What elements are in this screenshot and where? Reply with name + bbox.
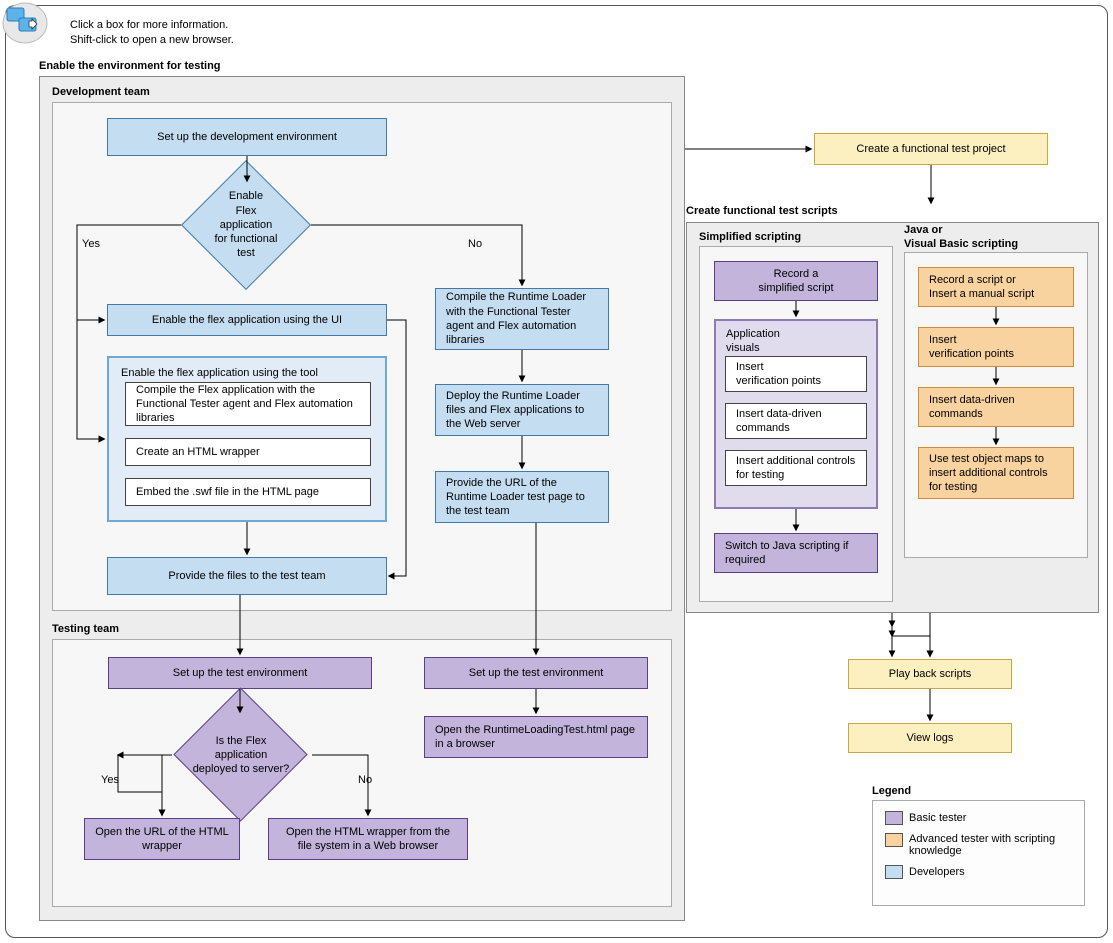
simp-insert-vp[interactable]: Insert verification points [725, 356, 867, 392]
dev-embed-swf[interactable]: Embed the .swf file in the HTML page [125, 478, 371, 506]
playback-scripts[interactable]: Play back scripts [848, 659, 1012, 689]
dev-team-title: Development team [52, 86, 150, 98]
test-decision[interactable]: Is the Flex application deployed to serv… [169, 712, 313, 798]
dev-setup-env[interactable]: Set up the development environment [107, 118, 387, 156]
create-scripts-title: Create functional test scripts [686, 205, 838, 217]
label-yes-1: Yes [82, 238, 100, 250]
test-open-url[interactable]: Open the URL of the HTML wrapper [84, 818, 240, 860]
label-no-1: No [468, 238, 482, 250]
label-no-2: No [358, 774, 372, 786]
javavb-use-maps[interactable]: Use test object maps to insert additiona… [918, 447, 1074, 499]
simplified-title: Simplified scripting [699, 231, 801, 243]
legend-basic: Basic tester [885, 811, 1072, 825]
dev-decision[interactable]: Enable Flex application for functional t… [181, 179, 311, 271]
enable-env-title: Enable the environment for testing [39, 60, 221, 72]
simp-insert-dd[interactable]: Insert data-driven commands [725, 403, 867, 439]
help-text: Click a box for more information. Shift-… [70, 18, 234, 49]
test-setup-2[interactable]: Set up the test environment [424, 657, 648, 689]
legend-title: Legend [872, 785, 911, 797]
simplified-record[interactable]: Record a simplified script [714, 261, 878, 301]
view-logs[interactable]: View logs [848, 723, 1012, 753]
dev-compile-rt[interactable]: Compile the Runtime Loader with the Func… [435, 288, 609, 350]
javavb-insert-dd[interactable]: Insert data-driven commands [918, 387, 1074, 427]
legend-developers: Developers [885, 865, 1072, 879]
test-open-file[interactable]: Open the HTML wrapper from the file syst… [268, 818, 468, 860]
javavb-record[interactable]: Record a script or Insert a manual scrip… [918, 267, 1074, 307]
help-line2: Shift-click to open a new browser. [70, 33, 234, 48]
simp-insert-ctrl[interactable]: Insert additional controls for testing [725, 450, 867, 486]
legend-advanced: Advanced tester with scripting knowledge [885, 833, 1072, 857]
dev-decision-text: Enable Flex application for functional t… [181, 179, 311, 271]
test-decision-text: Is the Flex application deployed to serv… [169, 712, 313, 798]
javavb-insert-vp[interactable]: Insert verification points [918, 327, 1074, 367]
dev-compile-flex[interactable]: Compile the Flex application with the Fu… [125, 382, 371, 426]
help-line1: Click a box for more information. [70, 18, 234, 33]
dev-provide-files[interactable]: Provide the files to the test team [107, 557, 387, 595]
simp-switch-java[interactable]: Switch to Java scripting if required [714, 533, 878, 573]
test-team-title: Testing team [52, 623, 119, 635]
info-icon [1, 1, 51, 50]
create-project[interactable]: Create a functional test project [814, 133, 1048, 165]
label-yes-2: Yes [101, 774, 119, 786]
dev-enable-tool-title: Enable the flex application using the to… [121, 366, 318, 380]
dev-provide-url[interactable]: Provide the URL of the Runtime Loader te… [435, 471, 609, 523]
javavb-title: Java or Visual Basic scripting [904, 224, 1018, 252]
dev-create-wrapper[interactable]: Create an HTML wrapper [125, 438, 371, 466]
dev-enable-ui[interactable]: Enable the flex application using the UI [107, 304, 387, 336]
app-visuals-title: Application visuals [726, 327, 780, 356]
legend-box: Basic tester Advanced tester with script… [872, 800, 1085, 906]
test-open-runtime[interactable]: Open the RuntimeLoadingTest.html page in… [424, 716, 648, 758]
dev-deploy-rt[interactable]: Deploy the Runtime Loader files and Flex… [435, 384, 609, 436]
test-setup-1[interactable]: Set up the test environment [108, 657, 372, 689]
